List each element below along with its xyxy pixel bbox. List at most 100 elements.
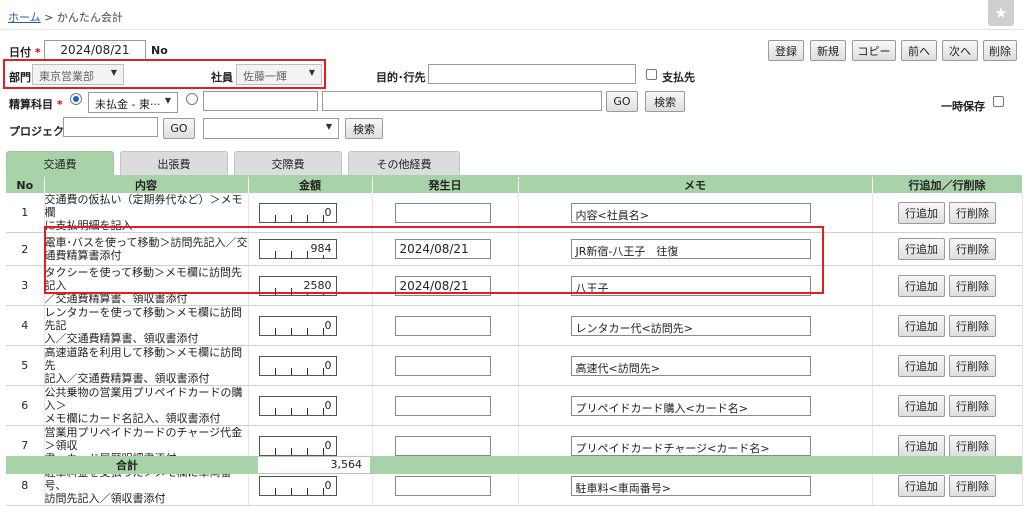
employee-label: 社員 [211, 71, 233, 84]
amount-value: 0 [323, 398, 333, 412]
row-actions-cell: 行追加 行削除 [872, 193, 1023, 233]
add-row-button[interactable]: 行追加 [898, 434, 945, 457]
delete-row-button[interactable]: 行削除 [949, 434, 996, 457]
favorite-star-icon[interactable]: ★ [988, 0, 1014, 26]
memo-input[interactable]: 内容<社員名> [570, 202, 811, 223]
delete-row-button[interactable]: 行削除 [949, 394, 996, 417]
row-amount-cell: 0 [248, 305, 373, 346]
add-row-button[interactable]: 行追加 [898, 201, 945, 224]
delete-button[interactable]: 削除 [983, 40, 1017, 61]
row-no: 5 [6, 345, 45, 386]
delete-row-button[interactable]: 行削除 [949, 314, 996, 337]
memo-input[interactable]: プリペイドカード購入<カード名> [570, 395, 811, 416]
row-actions-cell: 行追加 行削除 [872, 385, 1023, 426]
payee-label: 支払先 [662, 71, 695, 84]
amount-value: 0 [323, 318, 333, 332]
date-input[interactable] [394, 395, 491, 416]
total-value: 3,564 [258, 457, 370, 473]
tab-transportation[interactable]: 交通費 [6, 151, 114, 175]
row-no: 3 [6, 265, 45, 306]
amount-value: 0 [323, 358, 333, 372]
dept-select[interactable]: 東京営業部 ▼ [32, 64, 124, 85]
row-description-line: レンタカーを使って移動＞メモ欄に訪問先記 [44, 306, 242, 332]
tab-other-expenses[interactable]: その他経費 [348, 151, 460, 175]
delete-row-button[interactable]: 行削除 [949, 274, 996, 297]
table-header-row: No 内容 金額 発生日 メモ 行追加／行削除 [6, 177, 1023, 193]
header-divider [0, 29, 1024, 30]
project-select[interactable]: ▼ [203, 118, 339, 139]
row-memo-cell: 高速代<訪問先> [518, 345, 873, 386]
delete-row-button[interactable]: 行削除 [949, 201, 996, 224]
amount-input[interactable]: 0 [258, 395, 337, 416]
row-no: 4 [6, 305, 45, 346]
row-description-line: 訪問先記入／領収書添付 [44, 492, 166, 505]
date-input[interactable] [394, 435, 491, 456]
col-header-memo: メモ [518, 177, 873, 193]
amount-input[interactable]: 0 [258, 315, 337, 336]
date-input[interactable] [394, 202, 491, 223]
amount-input[interactable]: 0 [258, 435, 337, 456]
tab-business-trip[interactable]: 出張費 [120, 151, 228, 175]
add-row-button[interactable]: 行追加 [898, 314, 945, 337]
chevron-down-icon: ▼ [325, 122, 332, 131]
account-select-value: 未払金 - 東··· [95, 98, 161, 111]
no-label: No [151, 44, 168, 57]
add-row-button[interactable]: 行追加 [898, 274, 945, 297]
account-go-button[interactable]: GO [606, 91, 638, 112]
add-row-button[interactable]: 行追加 [898, 238, 945, 260]
payee-checkbox[interactable] [646, 69, 657, 80]
date-input[interactable] [394, 475, 491, 496]
employee-select[interactable]: 佐藤一輝 ▼ [236, 64, 322, 85]
breadcrumb-home-link[interactable]: ホーム [8, 11, 41, 24]
account-radio-preset[interactable] [70, 93, 82, 105]
copy-button[interactable]: コピー [852, 40, 896, 61]
dept-label: 部門 [9, 71, 31, 84]
row-date-cell [372, 385, 519, 426]
rows-highlight [44, 226, 824, 294]
table-row: 6 公共乗物の営業用プリペイドカードの購入＞ メモ欄にカード名記入、領収書添付 0 プリ… [6, 385, 1023, 426]
delete-row-button[interactable]: 行削除 [949, 474, 996, 497]
row-description-line: 交通費の仮払い（定期券代など）＞メモ欄 [44, 193, 243, 219]
chevron-down-icon: ▼ [308, 68, 315, 77]
row-description: レンタカーを使って移動＞メモ欄に訪問先記 入／交通費精算書、領収書添付 [44, 305, 249, 346]
prev-button[interactable]: 前へ [901, 40, 937, 61]
account-name-input[interactable] [322, 91, 602, 111]
row-description-line: 営業用プリペイドカードのチャージ代金＞領収 [44, 426, 243, 452]
memo-input[interactable]: 高速代<訪問先> [570, 355, 811, 376]
memo-input[interactable]: レンタカー代<訪問先> [570, 315, 811, 336]
amount-input[interactable]: 0 [258, 355, 337, 376]
memo-input[interactable]: プリペイドカードチャージ<カード名> [570, 435, 811, 456]
next-button[interactable]: 次へ [942, 40, 978, 61]
amount-input[interactable]: 0 [258, 475, 337, 496]
row-actions-cell: 行追加 行削除 [872, 345, 1023, 386]
row-actions-cell: 行追加 行削除 [872, 265, 1023, 306]
date-input[interactable] [394, 355, 491, 376]
account-select[interactable]: 未払金 - 東··· ▼ [88, 92, 178, 113]
account-radio-custom[interactable] [186, 93, 198, 105]
add-row-button[interactable]: 行追加 [898, 474, 945, 497]
project-go-button[interactable]: GO [163, 118, 195, 139]
add-row-button[interactable]: 行追加 [898, 394, 945, 417]
row-description-line: 高速道路を利用して移動＞メモ欄に訪問先 [44, 346, 243, 372]
account-code-input[interactable] [203, 91, 318, 111]
delete-row-button[interactable]: 行削除 [949, 238, 996, 260]
tab-entertainment[interactable]: 交際費 [234, 151, 342, 175]
breadcrumb-separator: > [44, 11, 54, 24]
date-input[interactable]: 2024/08/21 [44, 40, 146, 60]
project-search-button[interactable]: 検索 [345, 118, 383, 139]
date-input[interactable] [394, 315, 491, 336]
new-button[interactable]: 新規 [810, 40, 846, 61]
memo-input[interactable]: 駐車料<車両番号> [570, 475, 811, 496]
table-row: 4 レンタカーを使って移動＞メモ欄に訪問先記 入／交通費精算書、領収書添付 0 レンタカ… [6, 305, 1023, 346]
temp-save-checkbox[interactable] [993, 96, 1004, 107]
delete-row-button[interactable]: 行削除 [949, 354, 996, 377]
add-row-button[interactable]: 行追加 [898, 354, 945, 377]
row-memo-cell: レンタカー代<訪問先> [518, 305, 873, 346]
register-button[interactable]: 登録 [768, 40, 804, 61]
project-code-input[interactable] [63, 117, 158, 137]
amount-input[interactable]: 0 [258, 202, 337, 223]
col-header-amount: 金額 [248, 177, 373, 193]
breadcrumb-current: かんたん会計 [56, 11, 123, 24]
purpose-input[interactable] [428, 64, 636, 84]
account-search-button[interactable]: 検索 [645, 91, 685, 112]
